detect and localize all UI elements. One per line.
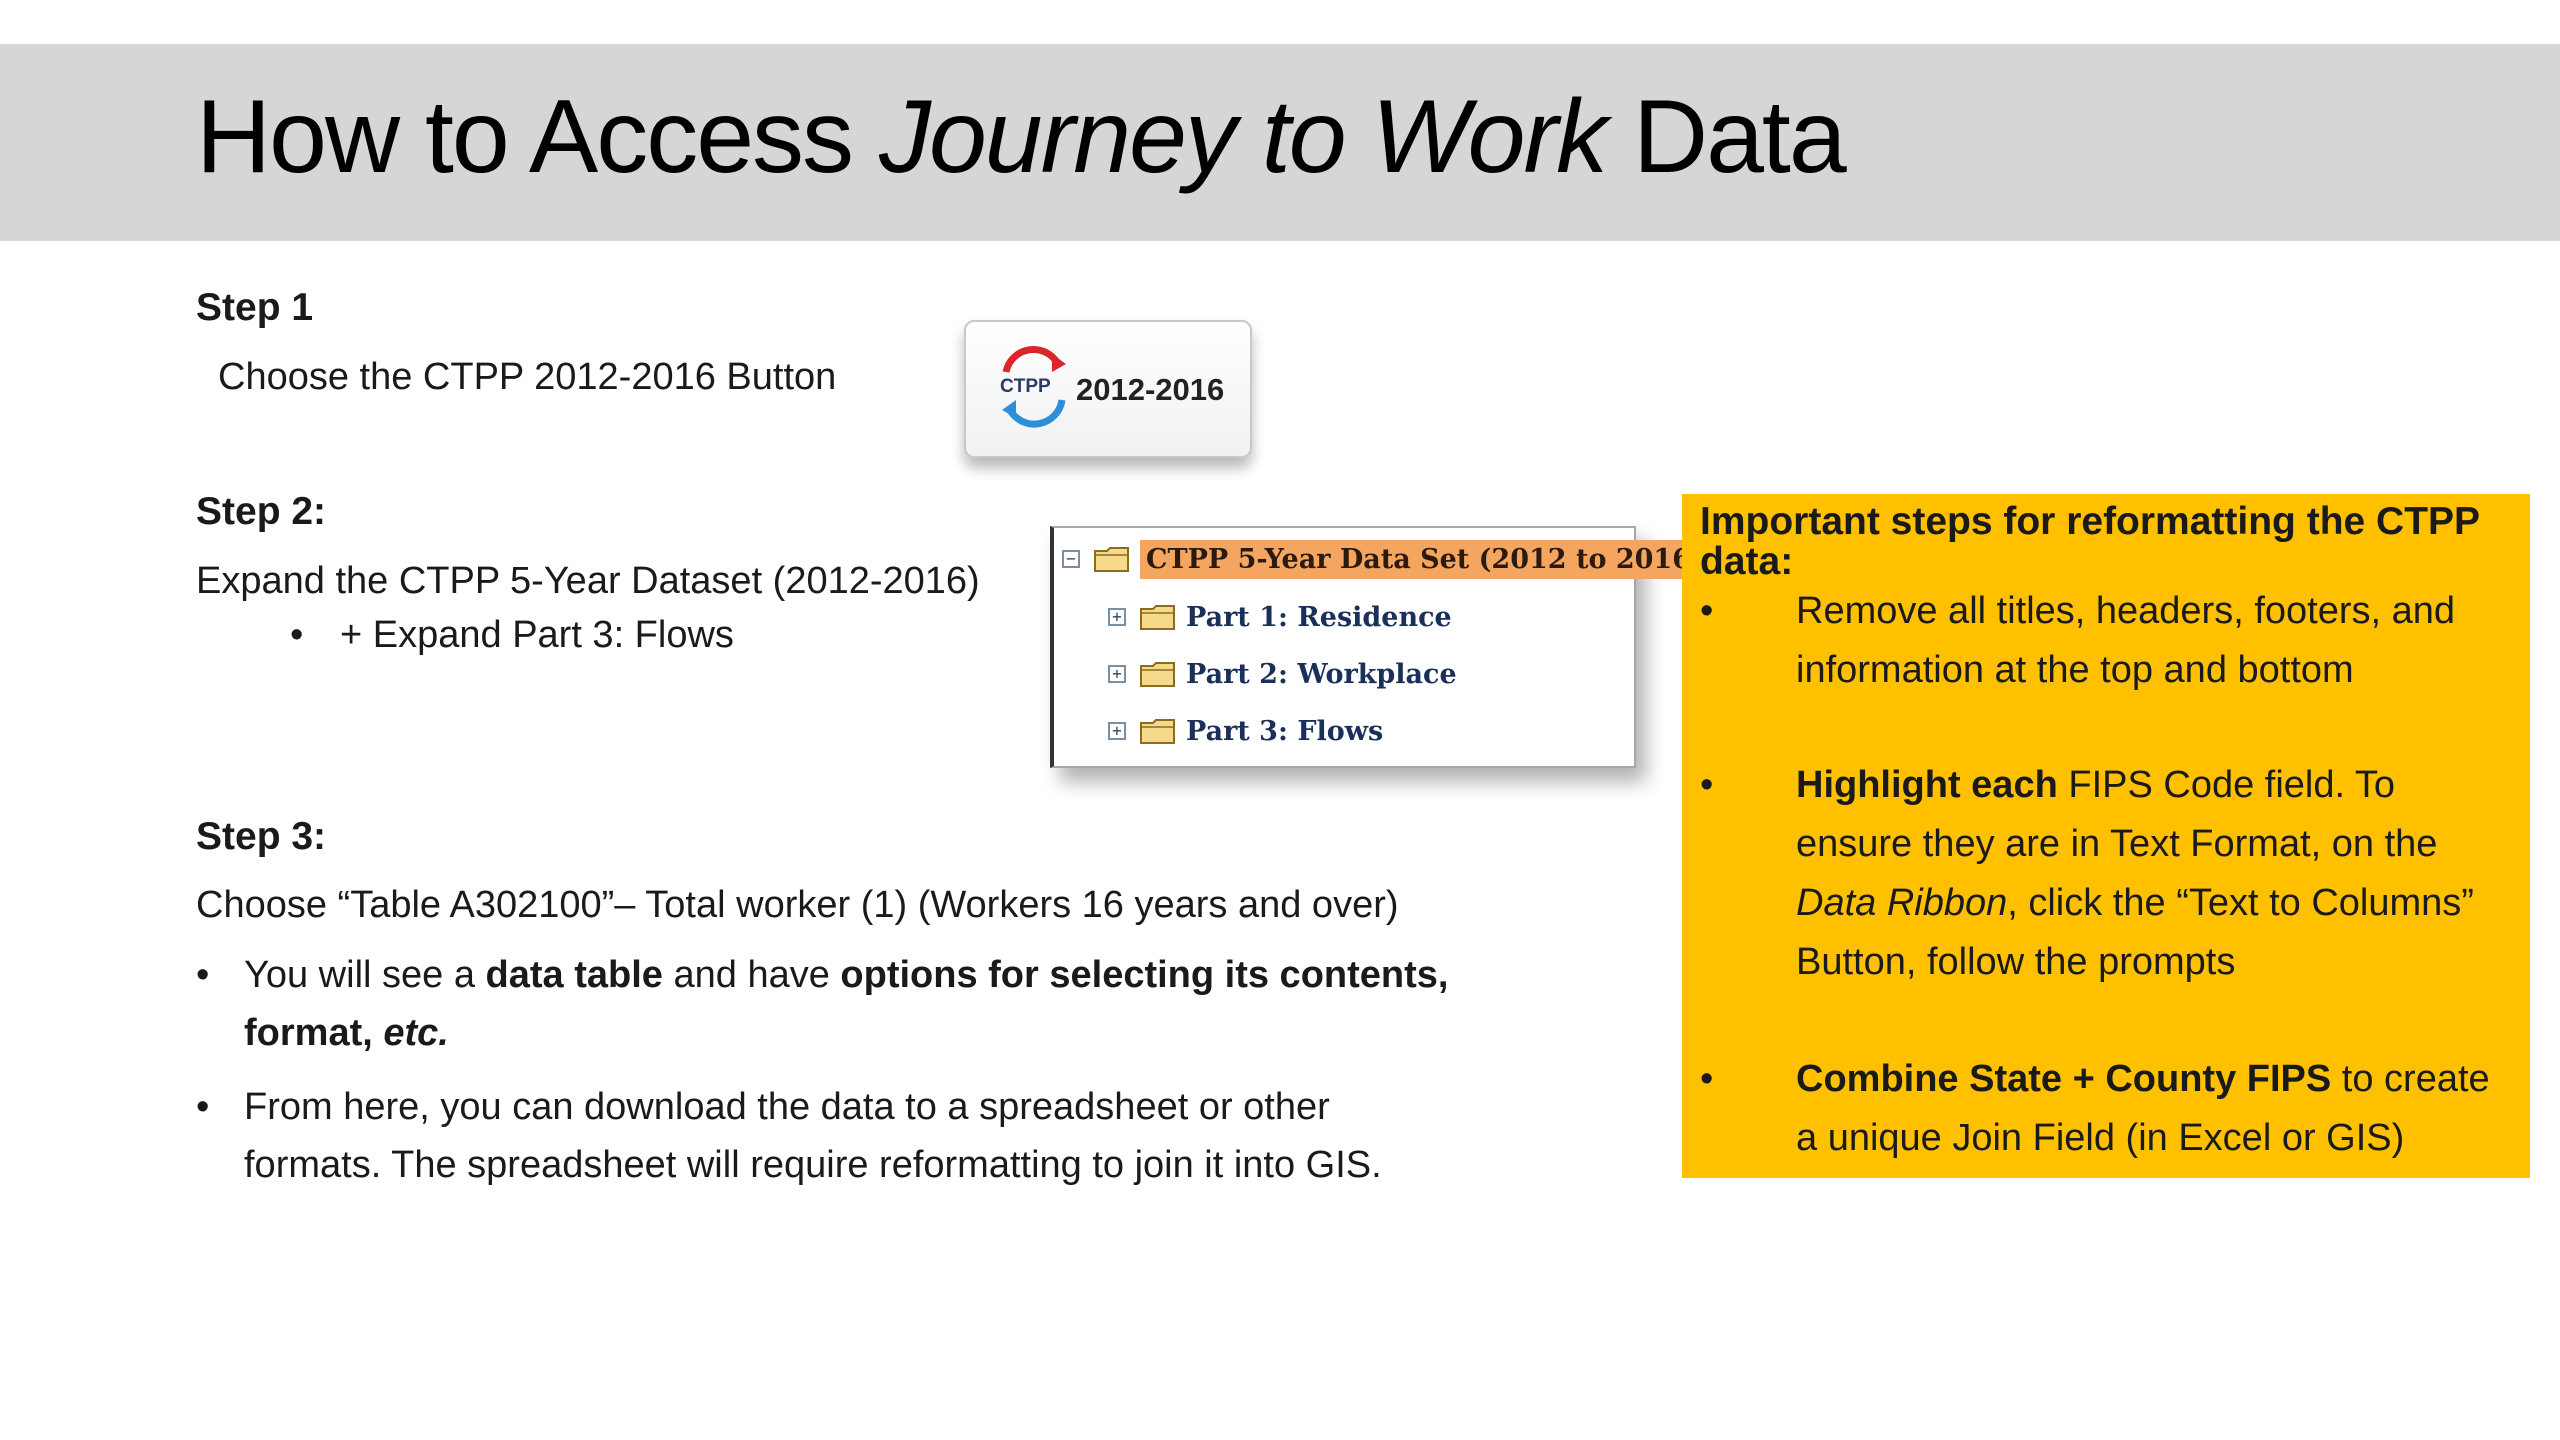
- expand-icon[interactable]: +: [1108, 665, 1126, 683]
- step3-text: Choose “Table A302100”– Total worker (1)…: [196, 884, 1399, 926]
- collapse-icon[interactable]: −: [1062, 550, 1080, 568]
- tree-child-label: Part 3: Flows: [1186, 715, 1384, 747]
- bullet-text: You will see a: [244, 954, 486, 996]
- tree-root-label: CTPP 5-Year Data Set (2012 to 2016): [1140, 539, 1710, 579]
- important-bullet-marker: •: [1700, 590, 1714, 632]
- slide-title: How to Access Journey to Work Data: [196, 78, 1847, 197]
- important-item-1: Remove all titles, headers, footers, and…: [1796, 590, 2456, 691]
- item2-bold: Highlight each: [1796, 764, 2058, 806]
- folder-icon: [1140, 605, 1175, 630]
- step2-heading: Step 2:: [196, 490, 327, 533]
- step3-bullet1-line2: format, etc.: [244, 1012, 449, 1055]
- tree-child-label: Part 1: Residence: [1186, 601, 1452, 633]
- title-italic-text: Journey to Work: [878, 79, 1608, 195]
- bullet-bold: data table: [485, 954, 663, 996]
- important-item-3: Combine State + County FIPS to create a …: [1796, 1050, 2516, 1168]
- expand-icon[interactable]: +: [1108, 608, 1126, 626]
- tree-node-flows[interactable]: + Part 3: Flows: [1108, 706, 1383, 756]
- step3-bullet1-line1: You will see a data table and have optio…: [244, 954, 1448, 997]
- item3-bold: Combine State + County FIPS: [1796, 1058, 2332, 1100]
- ctpp-logo-icon: CTPP: [1000, 345, 1066, 428]
- ctpp-logo-text: CTPP: [1000, 376, 1051, 397]
- folder-icon: [1140, 662, 1175, 687]
- important-bullet-marker: •: [1700, 1058, 1714, 1100]
- step1-text: Choose the CTPP 2012-2016 Button: [218, 356, 837, 398]
- bullet-bold-italic: etc.: [383, 1012, 449, 1054]
- step3-bullet1-marker: •: [196, 954, 210, 996]
- bullet-text: and have: [662, 954, 841, 996]
- folder-icon: [1140, 719, 1175, 744]
- tree-node-residence[interactable]: + Part 1: Residence: [1108, 592, 1452, 642]
- title-text: How to Access: [196, 79, 879, 195]
- step3-heading: Step 3:: [196, 815, 327, 858]
- expand-icon[interactable]: +: [1108, 722, 1126, 740]
- step3-bullet2-line2: formats. The spreadsheet will require re…: [244, 1144, 1382, 1186]
- title-text-end: Data: [1606, 79, 1847, 195]
- bullet-bold: options for selecting its contents,: [840, 954, 1449, 996]
- tree-node-root[interactable]: − CTPP 5-Year Data Set (2012 to 2016): [1062, 534, 1710, 584]
- step2-bullet-text: + Expand Part 3: Flows: [340, 614, 734, 656]
- important-steps-box: Important steps for reformatting the CTP…: [1682, 494, 2530, 1178]
- important-item-2: Highlight each FIPS Code field. To ensur…: [1796, 756, 2516, 992]
- step3-bullet2-line1: From here, you can download the data to …: [244, 1086, 1330, 1128]
- dataset-tree: − CTPP 5-Year Data Set (2012 to 2016) + …: [1050, 526, 1710, 768]
- bullet-bold: format,: [244, 1012, 384, 1054]
- ctpp-button-label: 2012-2016: [1076, 372, 1225, 407]
- folder-icon: [1094, 547, 1129, 572]
- important-bullet-marker: •: [1700, 764, 1714, 806]
- important-heading: Important steps for reformatting the CTP…: [1700, 500, 2480, 583]
- step2-bullet-marker: •: [290, 614, 304, 656]
- tree-node-workplace[interactable]: + Part 2: Workplace: [1108, 649, 1457, 699]
- item2-italic: Data Ribbon: [1796, 882, 2008, 924]
- step3-bullet2-marker: •: [196, 1086, 210, 1128]
- ctpp-2012-2016-button[interactable]: CTPP 2012-2016: [964, 320, 1252, 458]
- step2-text: Expand the CTPP 5-Year Dataset (2012-201…: [196, 560, 980, 602]
- step1-heading: Step 1: [196, 286, 314, 329]
- tree-child-label: Part 2: Workplace: [1186, 658, 1457, 690]
